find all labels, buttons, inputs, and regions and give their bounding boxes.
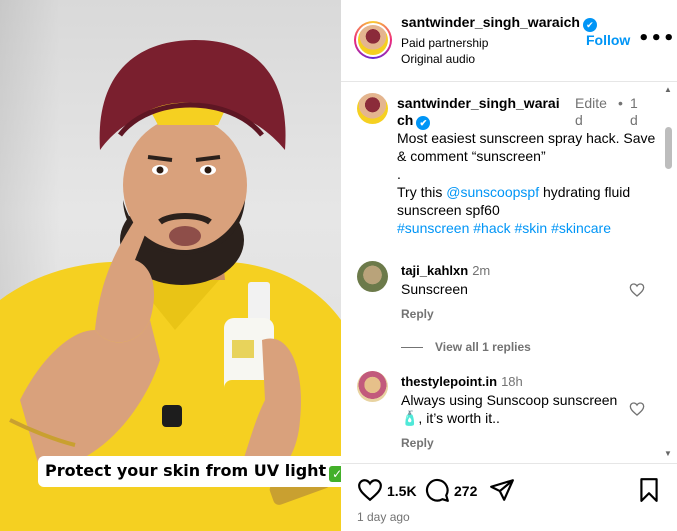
scroll-up-arrow-icon[interactable]: ▲ [664, 85, 672, 94]
comments-scrollbar[interactable]: ▲ ▼ [661, 82, 675, 462]
check-emoji-icon: ✓ [329, 466, 341, 482]
likes-count[interactable]: 1.5K [387, 483, 417, 499]
follow-button[interactable]: Follow [586, 32, 630, 48]
share-send-icon[interactable] [489, 477, 515, 503]
edited-label: Edited [575, 95, 607, 128]
verified-badge-icon: ✔ [416, 116, 431, 130]
author-avatar[interactable] [354, 21, 392, 59]
caption-text: Most easiest sunscreen spray hack. Save … [397, 129, 659, 237]
caption-time: 1d [630, 95, 638, 128]
caption-try-line: Try this @sunscoopspf hydrating fluid su… [397, 184, 631, 218]
reply-button[interactable]: Reply [401, 436, 434, 450]
comment-avatar[interactable] [357, 261, 388, 292]
post-header: santwinder_singh_waraich ✔ Paid partnersh… [341, 0, 677, 81]
more-options-icon[interactable]: ••• [638, 30, 676, 48]
scroll-thumb[interactable] [665, 127, 672, 169]
caption-line1: Most easiest sunscreen spray hack. Save … [397, 130, 656, 164]
author-username-row: santwinder_singh_waraich ✔ [401, 14, 597, 32]
save-bookmark-icon[interactable] [636, 477, 662, 503]
like-comment-heart-icon[interactable] [629, 282, 645, 298]
hashtags-link[interactable]: #sunscreen #hack #skin #skincare [397, 219, 659, 237]
comment-bubble-icon[interactable] [424, 477, 450, 503]
separator-dot: • [618, 95, 623, 111]
caption-avatar[interactable] [357, 93, 388, 124]
caption-line2: . [397, 166, 401, 182]
person-illustration [0, 40, 341, 531]
reply-button[interactable]: Reply [401, 307, 434, 321]
comment-text: Sunscreen [401, 281, 468, 297]
post-actions: 1.5K 272 1 day ago [341, 463, 677, 531]
author-username[interactable]: santwinder_singh_waraich [401, 14, 580, 30]
comment-avatar[interactable] [357, 371, 388, 402]
comment-username[interactable]: thestylepoint.in 18h [401, 374, 523, 389]
paid-partnership-label[interactable]: Paid partnership [401, 36, 488, 50]
view-replies-line [401, 347, 423, 349]
comments-count[interactable]: 272 [454, 483, 477, 499]
like-heart-icon[interactable] [357, 477, 383, 503]
comment-username[interactable]: taji_kahlxn 2m [401, 263, 490, 278]
verified-badge-icon: ✔ [582, 18, 597, 32]
mention-link[interactable]: @sunscoopspf [446, 184, 539, 200]
comment-text: Always using Sunscoop sunscreen 🧴, it’s … [401, 392, 618, 426]
view-replies-button[interactable]: View all 1 replies [401, 340, 531, 354]
like-comment-heart-icon[interactable] [629, 401, 645, 417]
post-panel: santwinder_singh_waraich ✔ Paid partnersh… [341, 0, 677, 531]
comments-section[interactable]: santwinder_singh_waraich ✔ Edited • 1d Mo… [341, 82, 677, 462]
comment-time: 2m [472, 263, 491, 278]
reel-video[interactable]: Protect your skin from UV light ✓ [0, 0, 341, 531]
comment-time: 18h [501, 374, 523, 389]
scroll-down-arrow-icon[interactable]: ▼ [664, 449, 672, 458]
overlay-caption: Protect your skin from UV light ✓ [38, 456, 341, 487]
original-audio-link[interactable]: Original audio [401, 52, 475, 66]
post-time-ago[interactable]: 1 day ago [357, 510, 410, 524]
caption-username[interactable]: santwinder_singh_waraich ✔ [397, 95, 562, 130]
